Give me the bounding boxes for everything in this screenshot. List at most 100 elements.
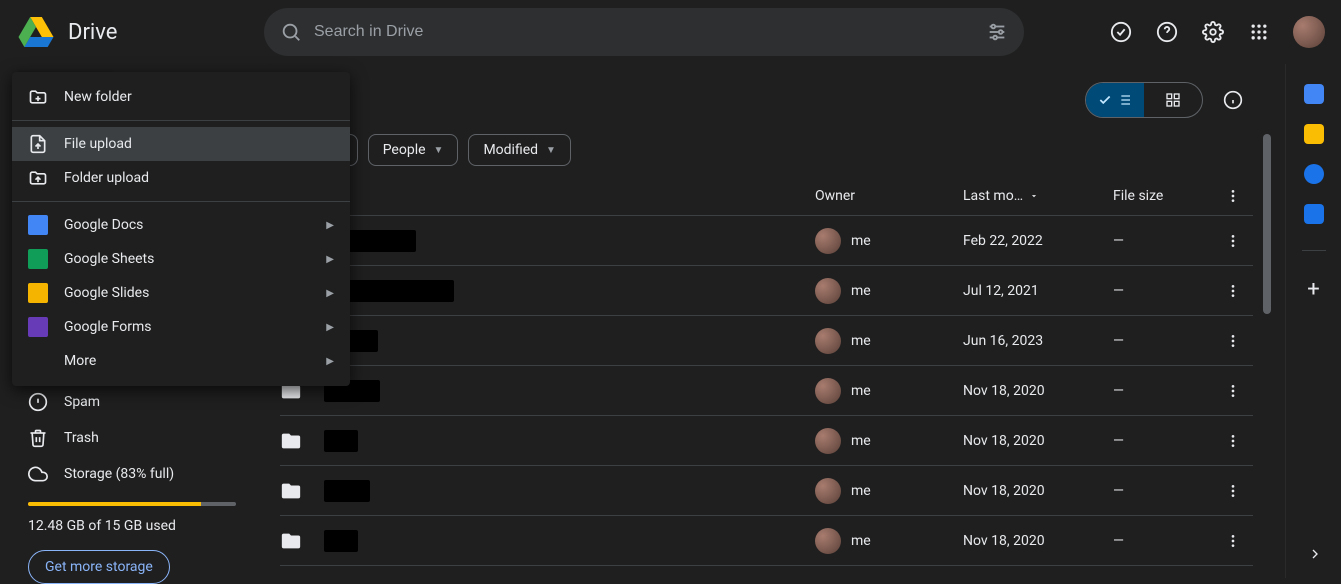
help-icon[interactable] <box>1147 12 1187 52</box>
header: Drive <box>0 0 1341 64</box>
sidebar-label: Spam <box>64 394 100 410</box>
more-vert-icon <box>1225 233 1241 249</box>
chip-people[interactable]: People▼ <box>368 134 459 166</box>
divider <box>12 120 350 121</box>
cloud-icon <box>28 464 48 484</box>
ctx-folder-upload[interactable]: Folder upload <box>12 161 350 195</box>
owner-avatar <box>815 428 841 454</box>
row-menu-button[interactable] <box>1213 283 1253 299</box>
col-size[interactable]: File size <box>1113 188 1213 204</box>
table-row[interactable]: me Nov 18, 2020 — <box>280 416 1253 466</box>
file-name-redacted <box>324 480 370 502</box>
storage-used-text: 12.48 GB of 15 GB used <box>16 518 248 534</box>
slides-icon <box>28 283 48 303</box>
chip-label: Modified <box>483 142 538 158</box>
list-icon <box>1116 92 1132 108</box>
chevron-down-icon: ▼ <box>434 145 444 156</box>
row-menu-button[interactable] <box>1213 433 1253 449</box>
table-row[interactable]: me Feb 22, 2022 — <box>280 216 1253 266</box>
logo-area[interactable]: Drive <box>16 12 256 52</box>
search-input[interactable] <box>314 23 974 41</box>
col-menu[interactable] <box>1213 188 1253 204</box>
row-menu-button[interactable] <box>1213 483 1253 499</box>
forms-icon <box>28 317 48 337</box>
size-text: — <box>1113 533 1124 549</box>
add-app-icon[interactable]: + <box>1307 277 1319 302</box>
list-view-button[interactable] <box>1086 83 1144 117</box>
tasks-app-icon[interactable] <box>1304 164 1324 184</box>
table-row[interactable]: me Jun 16, 2023 — <box>280 316 1253 366</box>
folder-icon <box>280 530 302 552</box>
grid-view-button[interactable] <box>1144 83 1202 117</box>
calendar-app-icon[interactable] <box>1304 84 1324 104</box>
folder-upload-icon <box>28 168 48 188</box>
ctx-file-upload[interactable]: File upload <box>12 127 350 161</box>
more-vert-icon <box>1225 283 1241 299</box>
divider <box>1302 250 1326 251</box>
product-name: Drive <box>68 20 117 45</box>
file-upload-icon <box>28 134 48 154</box>
ctx-sheets[interactable]: Google Sheets ▶ <box>12 242 350 276</box>
content-header: rive <box>256 72 1277 128</box>
ctx-label: Google Forms <box>64 319 310 335</box>
ready-offline-icon[interactable] <box>1101 12 1141 52</box>
row-menu-button[interactable] <box>1213 333 1253 349</box>
table-row[interactable]: me Jul 12, 2021 — <box>280 266 1253 316</box>
settings-icon[interactable] <box>1193 12 1233 52</box>
size-text: — <box>1113 433 1124 449</box>
row-menu-button[interactable] <box>1213 233 1253 249</box>
ctx-slides[interactable]: Google Slides ▶ <box>12 276 350 310</box>
file-table: Name Owner Last mo… File size me <box>256 176 1277 566</box>
sidebar-label: Trash <box>64 430 99 446</box>
sidebar-item-trash[interactable]: Trash <box>16 422 248 454</box>
table-row[interactable]: me Nov 18, 2020 — <box>280 366 1253 416</box>
sidebar-item-spam[interactable]: Spam <box>16 386 248 418</box>
modified-text: Jun 16, 2023 <box>963 333 1043 349</box>
ctx-new-folder[interactable]: New folder <box>12 80 350 114</box>
ctx-forms[interactable]: Google Forms ▶ <box>12 310 350 344</box>
chevron-right-icon: ▶ <box>326 356 334 367</box>
check-icon <box>1098 93 1112 107</box>
info-button[interactable] <box>1213 80 1253 120</box>
owner-avatar <box>815 528 841 554</box>
folder-icon <box>280 430 302 452</box>
scrollbar[interactable] <box>1263 134 1271 314</box>
table-row[interactable]: me Nov 18, 2020 — <box>280 466 1253 516</box>
col-owner[interactable]: Owner <box>815 188 963 204</box>
apps-icon[interactable] <box>1239 12 1279 52</box>
account-avatar[interactable] <box>1293 16 1325 48</box>
more-vert-icon <box>1225 333 1241 349</box>
sidebar-label: Storage (83% full) <box>64 466 174 482</box>
owner-text: me <box>851 283 871 299</box>
owner-text: me <box>851 383 871 399</box>
more-vert-icon <box>1225 433 1241 449</box>
modified-text: Nov 18, 2020 <box>963 483 1045 499</box>
owner-avatar <box>815 278 841 304</box>
get-more-storage-button[interactable]: Get more storage <box>28 550 170 584</box>
chip-modified[interactable]: Modified▼ <box>468 134 571 166</box>
ctx-more[interactable]: More ▶ <box>12 344 350 378</box>
sidebar-item-storage[interactable]: Storage (83% full) <box>16 458 248 490</box>
view-controls <box>1085 80 1253 120</box>
ctx-label: Google Docs <box>64 217 310 233</box>
modified-text: Nov 18, 2020 <box>963 383 1045 399</box>
modified-text: Jul 12, 2021 <box>963 283 1039 299</box>
col-modified[interactable]: Last mo… <box>963 188 1113 204</box>
col-name[interactable]: Name <box>280 188 815 204</box>
new-folder-icon <box>28 87 48 107</box>
owner-text: me <box>851 433 871 449</box>
chevron-down-icon <box>1029 191 1039 201</box>
table-row[interactable]: me Nov 18, 2020 — <box>280 516 1253 566</box>
chevron-right-icon: ▶ <box>326 220 334 231</box>
collapse-rail-icon[interactable] <box>1307 546 1323 562</box>
keep-app-icon[interactable] <box>1304 124 1324 144</box>
chevron-right-icon: ▶ <box>326 254 334 265</box>
sheets-icon <box>28 249 48 269</box>
spam-icon <box>28 392 48 412</box>
tune-icon[interactable] <box>986 21 1008 43</box>
contacts-app-icon[interactable] <box>1304 204 1324 224</box>
search-bar[interactable] <box>264 8 1024 56</box>
row-menu-button[interactable] <box>1213 383 1253 399</box>
ctx-docs[interactable]: Google Docs ▶ <box>12 208 350 242</box>
row-menu-button[interactable] <box>1213 533 1253 549</box>
